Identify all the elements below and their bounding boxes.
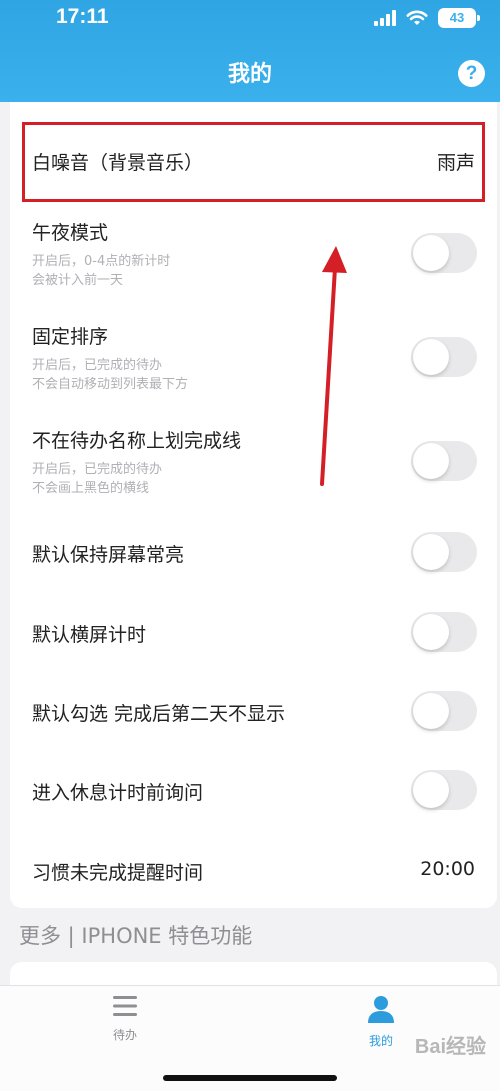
- tab-mine-label: 我的: [368, 1034, 393, 1048]
- more-section-label: 更多 | IPHONE 特色功能: [19, 924, 253, 948]
- user-icon: [368, 996, 394, 1023]
- menu-icon: [113, 996, 137, 1016]
- tab-todo-label: 待办: [112, 1028, 137, 1042]
- tab-todo[interactable]: 待办: [80, 994, 170, 1043]
- watermark-logo: Bai经验: [414, 1036, 486, 1058]
- tab-mine[interactable]: 我的: [336, 994, 426, 1049]
- home-indicator: [163, 1075, 337, 1081]
